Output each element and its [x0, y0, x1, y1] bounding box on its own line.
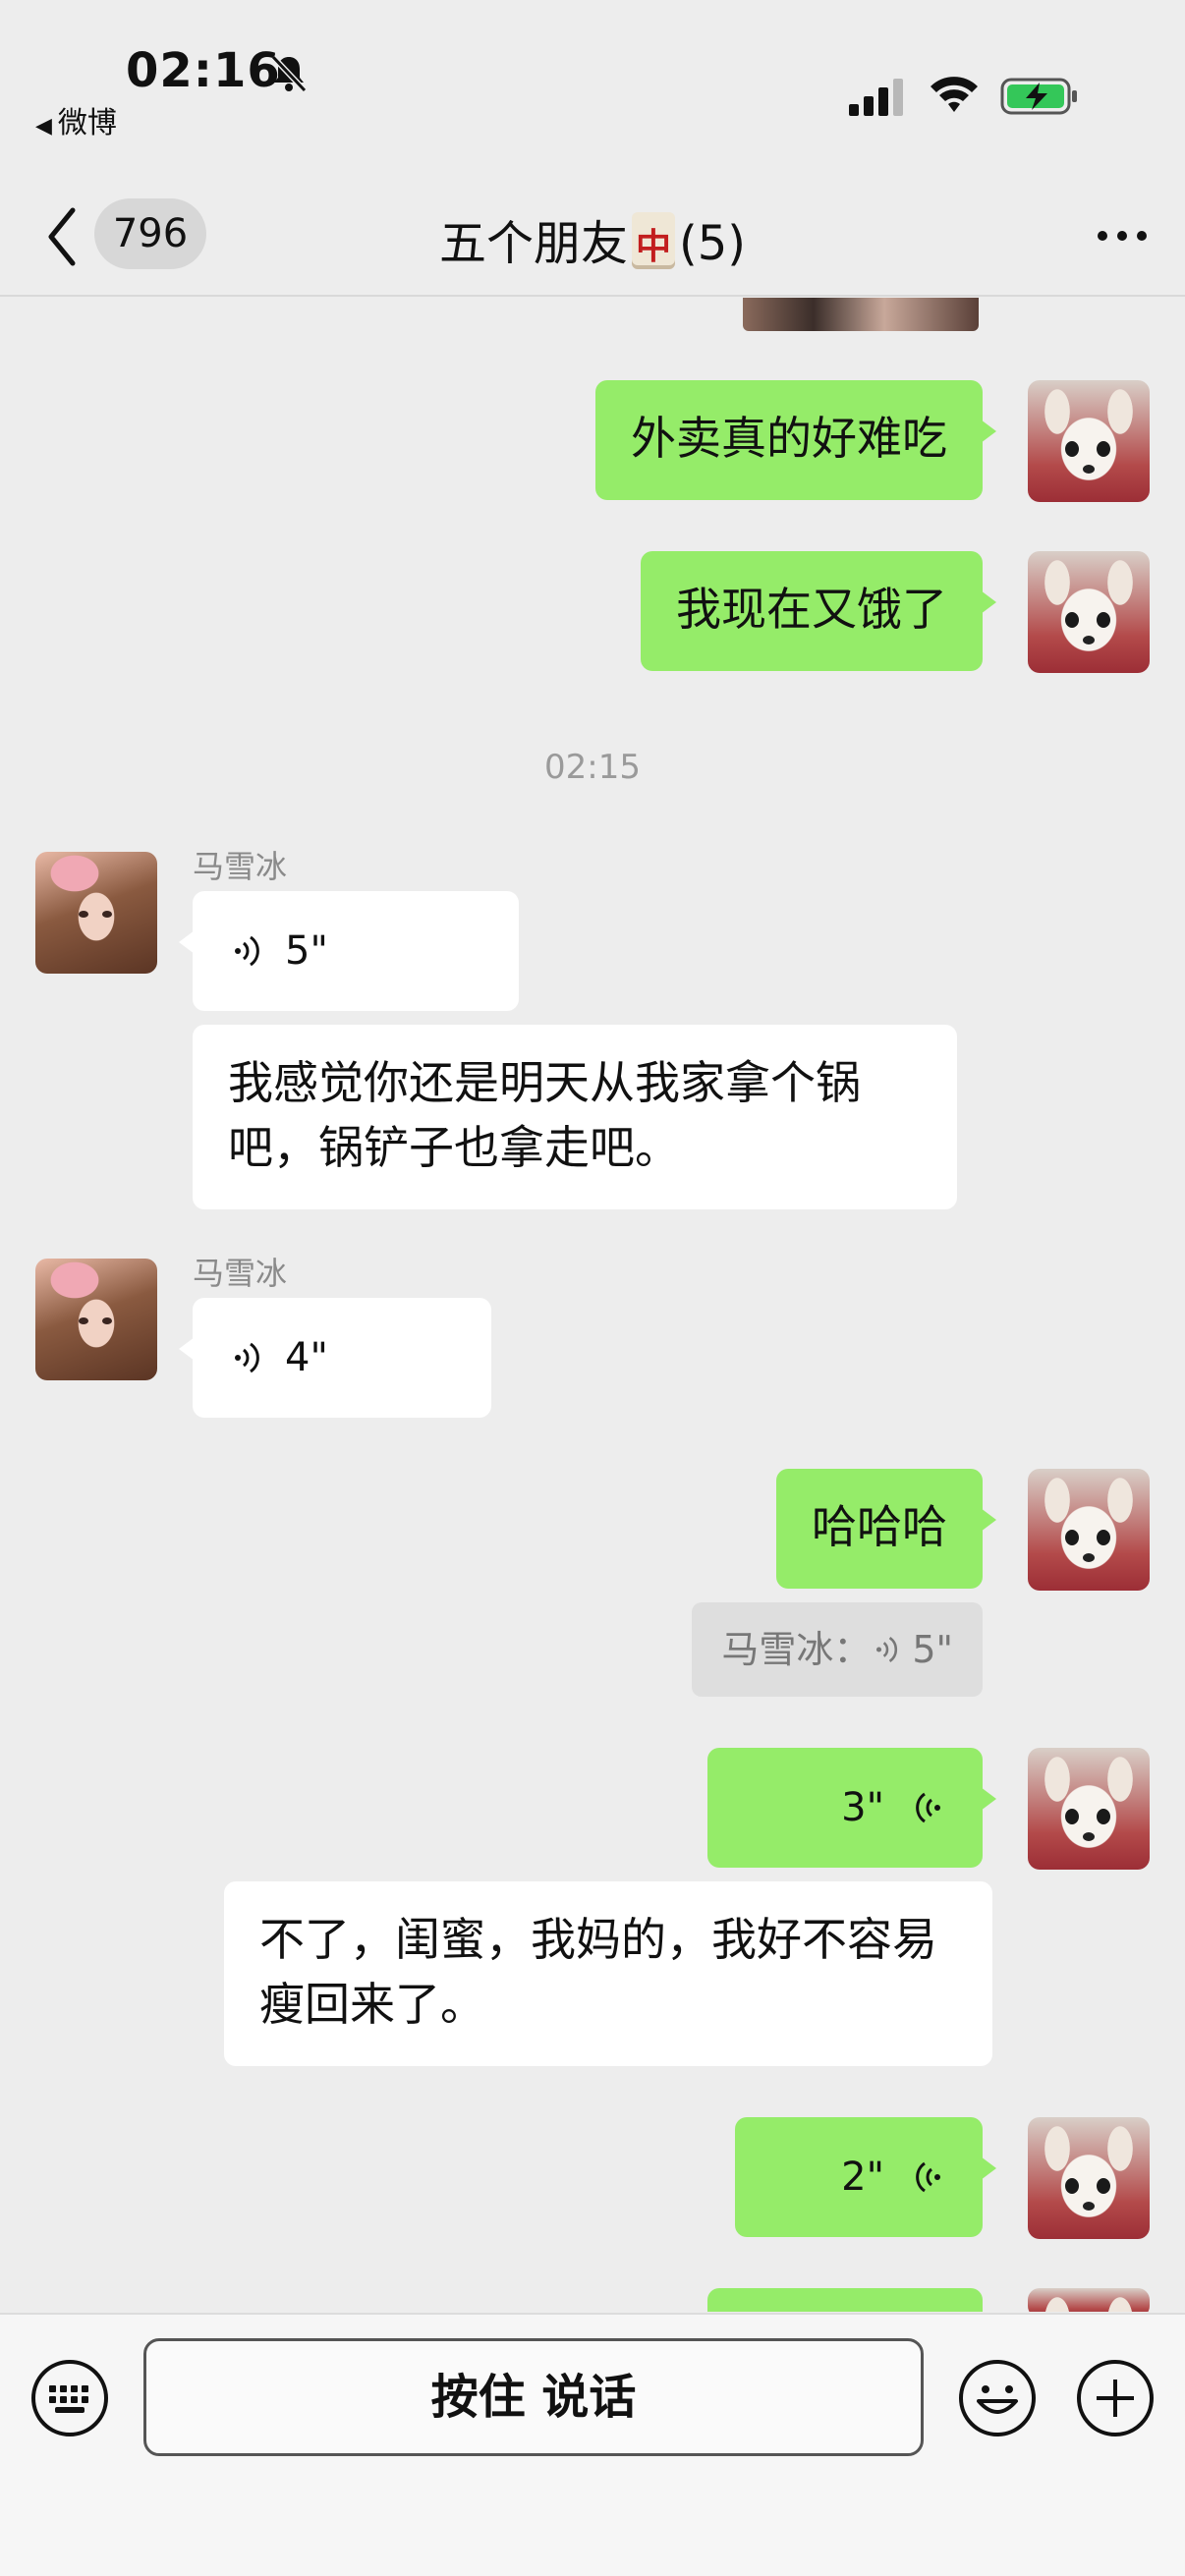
message-bubble-sent[interactable]: 哈哈哈: [776, 1469, 996, 1589]
voice-message-received[interactable]: 4": [179, 1298, 491, 1418]
chat-title: 五个朋友中 (5): [0, 204, 1185, 273]
quote-voice-duration: 5": [912, 1628, 953, 1671]
quote-sender: 马雪冰：: [721, 1628, 872, 1671]
voice-duration: 2": [841, 2155, 884, 2200]
sender-name: 马雪冰: [193, 848, 288, 885]
voice-transcription[interactable]: 不了，闺蜜，我妈的，我好不容易瘦回来了。: [224, 1881, 992, 2066]
quoted-reply[interactable]: 马雪冰： 5": [692, 1602, 983, 1697]
chat-header: 796 五个朋友中 (5): [0, 177, 1185, 297]
image-message-partial[interactable]: [743, 298, 979, 331]
voice-duration: 5": [285, 928, 328, 974]
chat-screen: 02:16 ◀ 微博 796 五个朋友中 (5) 外卖真的好难吃 我现在又饿了 …: [0, 0, 1185, 2576]
status-time: 02:16: [126, 43, 281, 98]
mahjong-tile-icon: 中: [632, 212, 675, 269]
hold-to-talk-button[interactable]: 按住 说话: [143, 2338, 924, 2456]
avatar-self[interactable]: [1028, 380, 1150, 502]
message-text: 外卖真的好难吃: [631, 412, 947, 465]
voice-duration: 4": [285, 1335, 328, 1380]
message-text: 不了，闺蜜，我妈的，我好不容易瘦回来了。: [259, 1913, 937, 2031]
voice-message-received[interactable]: 5": [179, 891, 519, 1011]
message-bubble-sent[interactable]: 我现在又饿了: [641, 551, 996, 671]
voice-wave-icon: [235, 1342, 259, 1373]
emoji-icon[interactable]: [957, 2358, 1038, 2438]
message-bubble-sent-partial[interactable]: [707, 2288, 983, 2312]
more-options-icon[interactable]: [1093, 216, 1152, 255]
wifi-icon: [931, 77, 978, 112]
voice-wave-icon: [916, 1792, 940, 1823]
message-list[interactable]: 外卖真的好难吃 我现在又饿了 02:15 马雪冰 5" 我感觉你还是明天从我家拿…: [0, 298, 1185, 2312]
voice-wave-icon: [876, 1637, 898, 1662]
message-text: 我感觉你还是明天从我家拿个锅吧，锅铲子也拿走吧。: [228, 1056, 861, 1174]
sender-name: 马雪冰: [193, 1255, 288, 1292]
member-count: (5): [679, 216, 746, 271]
battery-charging-icon: [1000, 78, 1077, 115]
keyboard-icon[interactable]: [29, 2358, 110, 2438]
message-text: 我现在又饿了: [676, 583, 947, 636]
cellular-signal-icon: [849, 79, 903, 116]
timestamp-divider: 02:15: [544, 748, 641, 787]
message-bubble-sent[interactable]: 外卖真的好难吃: [595, 380, 996, 500]
avatar-self[interactable]: [1028, 1469, 1150, 1591]
input-bar: 按住 说话: [0, 2313, 1185, 2576]
mahjong-tile-char: 中: [635, 227, 671, 267]
back-to-app[interactable]: ◀ 微博: [35, 98, 117, 141]
avatar-self[interactable]: [1028, 2288, 1150, 2312]
avatar-sender[interactable]: [35, 852, 157, 974]
back-triangle-icon: ◀: [35, 114, 52, 139]
bell-muted-icon: [270, 54, 308, 93]
plus-icon[interactable]: [1075, 2358, 1156, 2438]
avatar-self[interactable]: [1028, 1748, 1150, 1870]
voice-wave-icon: [916, 2161, 940, 2193]
chat-title-text: 五个朋友: [438, 216, 628, 271]
avatar-sender[interactable]: [35, 1259, 157, 1380]
voice-message-sent[interactable]: 3": [707, 1748, 996, 1868]
back-app-label: 微博: [57, 106, 117, 140]
message-bubble-received[interactable]: 我感觉你还是明天从我家拿个锅吧，锅铲子也拿走吧。: [193, 1025, 957, 1209]
avatar-self[interactable]: [1028, 551, 1150, 673]
voice-message-sent[interactable]: 2": [735, 2117, 996, 2237]
avatar-self[interactable]: [1028, 2117, 1150, 2239]
voice-duration: 3": [841, 1785, 884, 1830]
message-text: 哈哈哈: [812, 1500, 947, 1553]
voice-wave-icon: [235, 935, 259, 967]
